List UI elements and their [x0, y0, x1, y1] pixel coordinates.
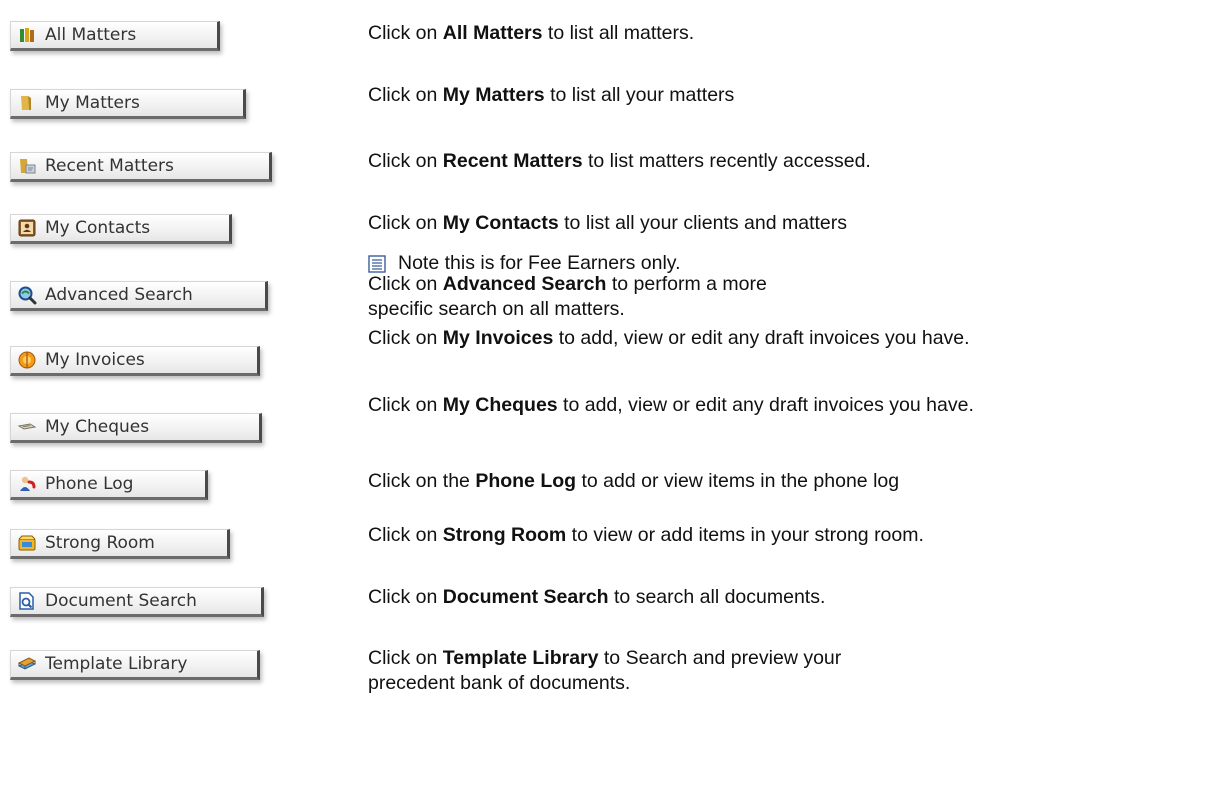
document-search-description: Click on Document Search to search all d…: [368, 586, 826, 608]
contact-card-icon: [17, 218, 37, 238]
my-invoices-button[interactable]: My Invoices: [10, 346, 260, 376]
my-contacts-label: My Contacts: [45, 218, 151, 238]
document-search-button[interactable]: Document Search: [10, 587, 264, 617]
my-invoices-label: My Invoices: [45, 350, 145, 370]
advanced-search-button[interactable]: Advanced Search: [10, 281, 268, 311]
document-search-label: Document Search: [45, 591, 197, 611]
strong-room-description: Click on Strong Room to view or add item…: [368, 524, 924, 546]
recent-matters-button[interactable]: Recent Matters: [10, 152, 272, 182]
invoice-icon: [17, 350, 37, 370]
advanced-search-description: Click on Advanced Search to perform a mo…: [368, 273, 767, 320]
recent-folder-icon: [17, 156, 37, 176]
folder-icon: [17, 93, 37, 113]
strong-room-label: Strong Room: [45, 533, 155, 553]
all-matters-label: All Matters: [45, 25, 137, 45]
recent-matters-label: Recent Matters: [45, 156, 174, 176]
strong-room-icon: [17, 533, 37, 553]
recent-matters-description: Click on Recent Matters to list matters …: [368, 150, 871, 172]
all-matters-description: Click on All Matters to list all matters…: [368, 22, 695, 44]
phone-user-icon: [17, 474, 37, 494]
advanced-search-icon: [17, 285, 37, 305]
template-library-button[interactable]: Template Library: [10, 650, 260, 680]
my-matters-description: Click on My Matters to list all your mat…: [368, 84, 735, 106]
phone-log-button[interactable]: Phone Log: [10, 470, 208, 500]
note-icon: [368, 254, 386, 273]
my-contacts-description: Click on My Contacts to list all your cl…: [368, 212, 848, 234]
my-matters-label: My Matters: [45, 93, 140, 113]
my-cheques-label: My Cheques: [45, 417, 150, 437]
template-library-icon: [17, 654, 37, 674]
phone-log-description: Click on the Phone Log to add or view it…: [368, 470, 900, 492]
cheque-icon: [17, 417, 37, 437]
my-cheques-description: Click on My Cheques to add, view or edit…: [368, 394, 974, 416]
my-matters-button[interactable]: My Matters: [10, 89, 246, 119]
all-matters-button[interactable]: All Matters: [10, 21, 220, 51]
my-cheques-button[interactable]: My Cheques: [10, 413, 262, 443]
folder-books-icon: [17, 25, 37, 45]
my-invoices-description: Click on My Invoices to add, view or edi…: [368, 327, 970, 349]
my-contacts-button[interactable]: My Contacts: [10, 214, 232, 244]
template-library-description: Click on Template Library to Search and …: [368, 647, 842, 694]
document-search-icon: [17, 591, 37, 611]
advanced-search-label: Advanced Search: [45, 285, 193, 305]
phone-log-label: Phone Log: [45, 474, 134, 494]
template-library-label: Template Library: [45, 654, 188, 674]
strong-room-button[interactable]: Strong Room: [10, 529, 230, 559]
